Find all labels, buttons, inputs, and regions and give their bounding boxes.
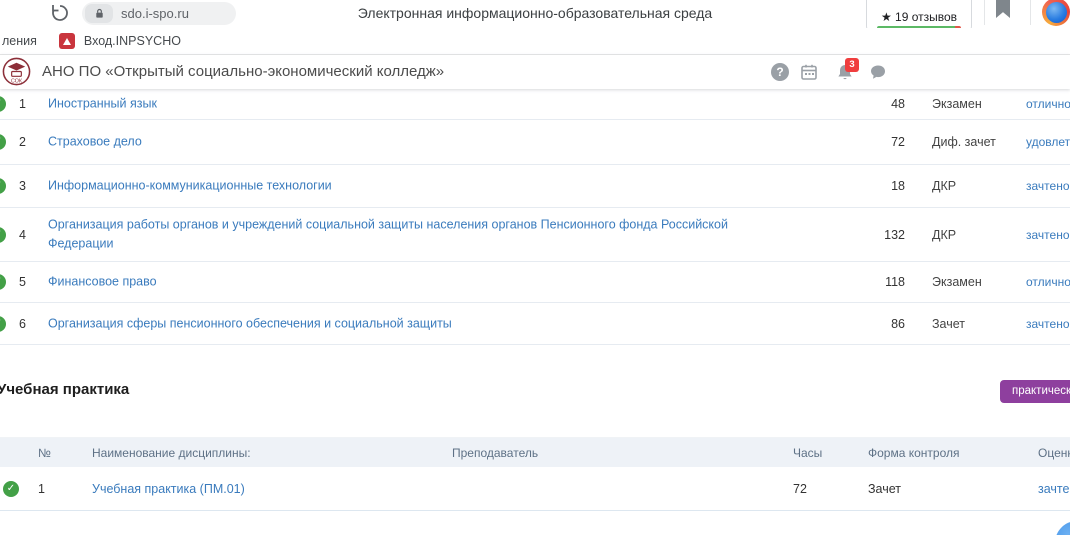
- toolbar-separator: [1030, 0, 1031, 25]
- svg-text:СОК: СОК: [11, 79, 23, 85]
- hours-value: 86: [853, 317, 905, 331]
- site-favicon-icon[interactable]: [59, 33, 75, 49]
- header-grade: Оценка: [1038, 446, 1070, 460]
- discipline-link[interactable]: Информационно-коммуникационные технологи…: [48, 176, 746, 195]
- discipline-link[interactable]: Страховое дело: [48, 132, 746, 151]
- header-teacher: Преподаватель: [452, 446, 652, 460]
- grade-link[interactable]: зачтено: [1026, 179, 1070, 193]
- chat-fab[interactable]: [1055, 521, 1070, 535]
- hours-value: 132: [853, 228, 905, 242]
- hours-value: 48: [853, 97, 905, 111]
- control-form: Зачет: [868, 482, 978, 496]
- grade-link[interactable]: зачтено: [1026, 317, 1070, 331]
- toolbar-separator: [984, 0, 985, 25]
- section-title: Учебная практика: [0, 381, 129, 398]
- header-control: Форма контроля: [868, 446, 978, 460]
- discipline-link[interactable]: Учебная практика (ПМ.01): [92, 482, 432, 496]
- status-check-icon: ✓: [0, 316, 6, 332]
- bookmarks-bar: ления Вход.INPSYCHO: [0, 28, 1070, 55]
- notification-badge: 3: [845, 58, 859, 72]
- control-form: Зачет: [932, 317, 1028, 331]
- grade-link[interactable]: зачтено: [1038, 482, 1070, 496]
- screen: sdo.i-spo.ru Электронная информационно-о…: [0, 0, 1070, 535]
- header-num: №: [38, 446, 51, 460]
- calendar-icon[interactable]: [800, 63, 818, 81]
- address-bar[interactable]: sdo.i-spo.ru: [82, 2, 236, 25]
- star-icon: ★: [881, 10, 892, 24]
- reviews-label: ★ 19 отзывов: [881, 10, 957, 24]
- grade-link[interactable]: зачтено: [1026, 228, 1070, 242]
- row-number: 1: [38, 482, 45, 496]
- college-logo-icon[interactable]: СОК: [1, 56, 32, 87]
- row-number: 2: [19, 135, 37, 149]
- grade-link[interactable]: удовлетворительно: [1026, 135, 1070, 149]
- college-name: АНО ПО «Открытый социально-экономический…: [42, 55, 444, 89]
- table-row: ✓ 6 Организация сферы пенсионного обеспе…: [0, 303, 1070, 345]
- control-form: Диф. зачет: [932, 135, 1028, 149]
- hours-value: 72: [793, 482, 843, 496]
- row-number: 5: [19, 275, 37, 289]
- practice-table-header: № Наименование дисциплины: Преподаватель…: [0, 437, 1070, 467]
- discipline-link[interactable]: Иностранный язык: [48, 94, 746, 113]
- site-header: СОК АНО ПО «Открытый социально-экономиче…: [0, 55, 1070, 89]
- bookmark-item-left[interactable]: ления: [2, 34, 37, 48]
- lock-icon[interactable]: [85, 4, 113, 23]
- control-form: Экзамен: [932, 275, 1028, 289]
- header-hours: Часы: [793, 446, 843, 460]
- row-number: 1: [19, 97, 37, 111]
- row-number: 4: [19, 228, 37, 242]
- control-form: ДКР: [932, 179, 1028, 193]
- grades-table: ✓ 1 Иностранный язык 48 Экзамен отлично …: [0, 89, 1070, 345]
- discipline-link[interactable]: Организация сферы пенсионного обеспечени…: [48, 314, 746, 333]
- page-title: Электронная информационно-образовательна…: [235, 5, 835, 21]
- discipline-link[interactable]: Финансовое право: [48, 272, 746, 291]
- table-row: ✓ 1 Учебная практика (ПМ.01) 72 Зачет за…: [0, 467, 1070, 511]
- status-check-icon: ✓: [0, 227, 6, 243]
- chat-icon[interactable]: [869, 63, 887, 81]
- control-form: ДКР: [932, 228, 1028, 242]
- reload-icon[interactable]: [50, 3, 70, 23]
- help-icon[interactable]: ?: [771, 63, 789, 81]
- table-row: ✓ 5 Финансовое право 118 Экзамен отлично: [0, 262, 1070, 303]
- bookmark-icon[interactable]: [996, 0, 1010, 18]
- hours-value: 18: [853, 179, 905, 193]
- hours-value: 118: [853, 275, 905, 289]
- practice-badge: практическое: [1000, 380, 1070, 403]
- table-row: ✓ 1 Иностранный язык 48 Экзамен отлично: [0, 89, 1070, 120]
- grade-link[interactable]: отлично: [1026, 97, 1070, 111]
- status-check-icon: ✓: [0, 96, 6, 112]
- status-check-icon: ✓: [0, 134, 6, 150]
- hours-value: 72: [853, 135, 905, 149]
- control-form: Экзамен: [932, 97, 1028, 111]
- row-number: 6: [19, 317, 37, 331]
- avatar-image: [1046, 2, 1067, 23]
- status-check-icon: ✓: [0, 274, 6, 290]
- table-row: ✓ 2 Страховое дело 72 Диф. зачет удовлет…: [0, 120, 1070, 165]
- status-check-icon: ✓: [0, 178, 6, 194]
- table-row: ✓ 4 Организация работы органов и учрежде…: [0, 208, 1070, 262]
- url-text[interactable]: sdo.i-spo.ru: [121, 6, 189, 21]
- discipline-link[interactable]: Организация работы органов и учреждений …: [48, 215, 746, 254]
- table-row: ✓ 3 Информационно-коммуникационные техно…: [0, 165, 1070, 208]
- status-check-icon: ✓: [3, 481, 19, 497]
- browser-toolbar: sdo.i-spo.ru Электронная информационно-о…: [0, 0, 1070, 28]
- avatar[interactable]: [1042, 0, 1070, 26]
- grade-link[interactable]: отлично: [1026, 275, 1070, 289]
- header-name: Наименование дисциплины:: [92, 446, 432, 460]
- row-number: 3: [19, 179, 37, 193]
- bookmark-item-site[interactable]: Вход.INPSYCHO: [84, 34, 181, 48]
